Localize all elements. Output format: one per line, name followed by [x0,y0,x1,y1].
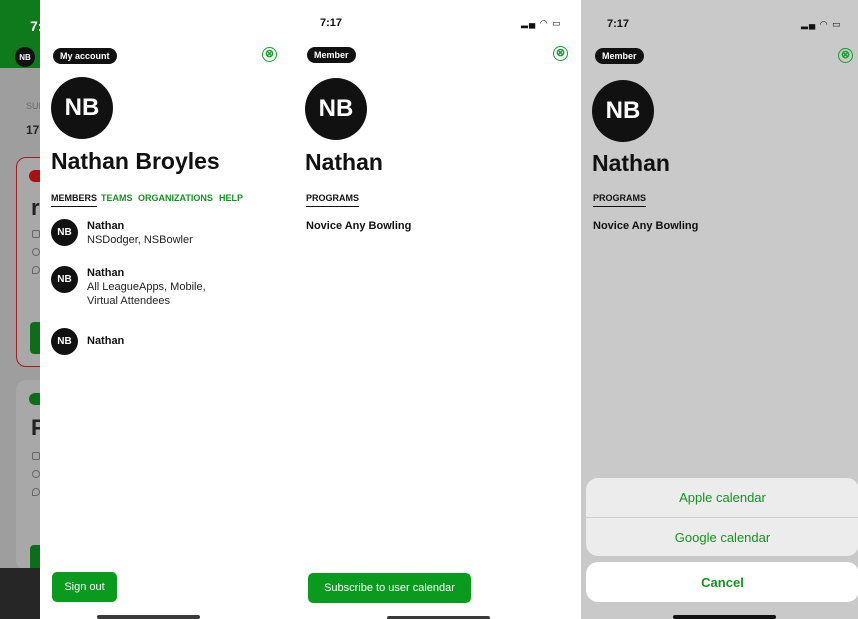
apple-calendar-option[interactable]: Apple calendar [586,478,858,517]
calendar-options-sheet: Apple calendar Google calendar [586,478,858,556]
section-label: SUI [26,101,42,111]
clock-icon [32,470,40,478]
page-title: Nathan [305,149,383,175]
avatar: NB [51,266,78,293]
page-title: Nathan Broyles [51,148,220,174]
member-name: Nathan [87,267,125,279]
close-icon[interactable]: ⊗ [553,46,568,61]
tab-help[interactable]: HELP [219,193,243,203]
calendar-icon [32,230,40,238]
list-item[interactable]: NB Nathan NSDodger, NSBowler [51,219,227,247]
subscribe-calendar-button[interactable]: Subscribe to user calendar [308,573,471,603]
member-name: Nathan [87,220,125,232]
calendar-action-sheet-screen: 7:17 ▂▄ ◠ ▭ Member ⊗ NB Nathan PROGRAMS … [581,0,858,619]
status-icons: ▂▄ ◠ ▭ [521,18,562,28]
avatar: NB [15,47,35,67]
status-icons: ▂▄ ◠ ▭ [801,19,842,29]
account-drawer: My account ⊗ NB Nathan Broyles MEMBERS T… [40,0,292,619]
member-teams: All LeagueApps, Mobile, Virtual Attendee… [87,281,206,307]
member-chip: Member [595,48,644,64]
card-title: r [31,195,40,220]
home-indicator [673,615,776,619]
location-icon [32,266,40,274]
tab-programs[interactable]: PROGRAMS [593,193,647,207]
page-title: Nathan [592,150,670,176]
tab-programs[interactable]: PROGRAMS [306,193,360,207]
close-icon[interactable]: ⊗ [838,48,853,63]
tab-organizations[interactable]: ORGANIZATIONS [138,193,213,203]
cancel-button[interactable]: Cancel [586,562,858,602]
tab-teams[interactable]: TEAMS [101,193,133,203]
member-chip: Member [307,47,356,63]
list-item[interactable]: NB Nathan [51,328,124,355]
drawer-chip: My account [53,48,117,64]
avatar: NB [51,328,78,355]
google-calendar-option[interactable]: Google calendar [586,517,858,556]
member-name: Nathan [87,335,125,347]
tab-members[interactable]: MEMBERS [51,193,98,207]
avatar: NB [51,77,113,139]
avatar: NB [51,219,78,246]
home-indicator [97,615,200,619]
status-time: 7:17 [320,17,343,29]
avatar: NB [592,80,654,142]
location-icon [32,488,40,496]
member-detail-screen: 7:17 ▂▄ ◠ ▭ Member ⊗ NB Nathan PROGRAMS … [292,0,581,619]
status-time: 7:17 [607,18,630,30]
avatar: NB [305,78,367,140]
close-icon[interactable]: ⊗ [262,47,277,62]
list-item[interactable]: NB Nathan All LeagueApps, Mobile, Virtua… [51,266,227,308]
sign-out-button[interactable]: Sign out [52,572,117,602]
list-item[interactable]: Novice Any Bowling [593,220,698,232]
section-value: 17 [26,123,40,137]
list-item[interactable]: Novice Any Bowling [306,220,411,232]
member-teams: NSDodger, NSBowler [87,234,193,246]
calendar-icon [32,452,40,460]
clock-icon [32,248,40,256]
